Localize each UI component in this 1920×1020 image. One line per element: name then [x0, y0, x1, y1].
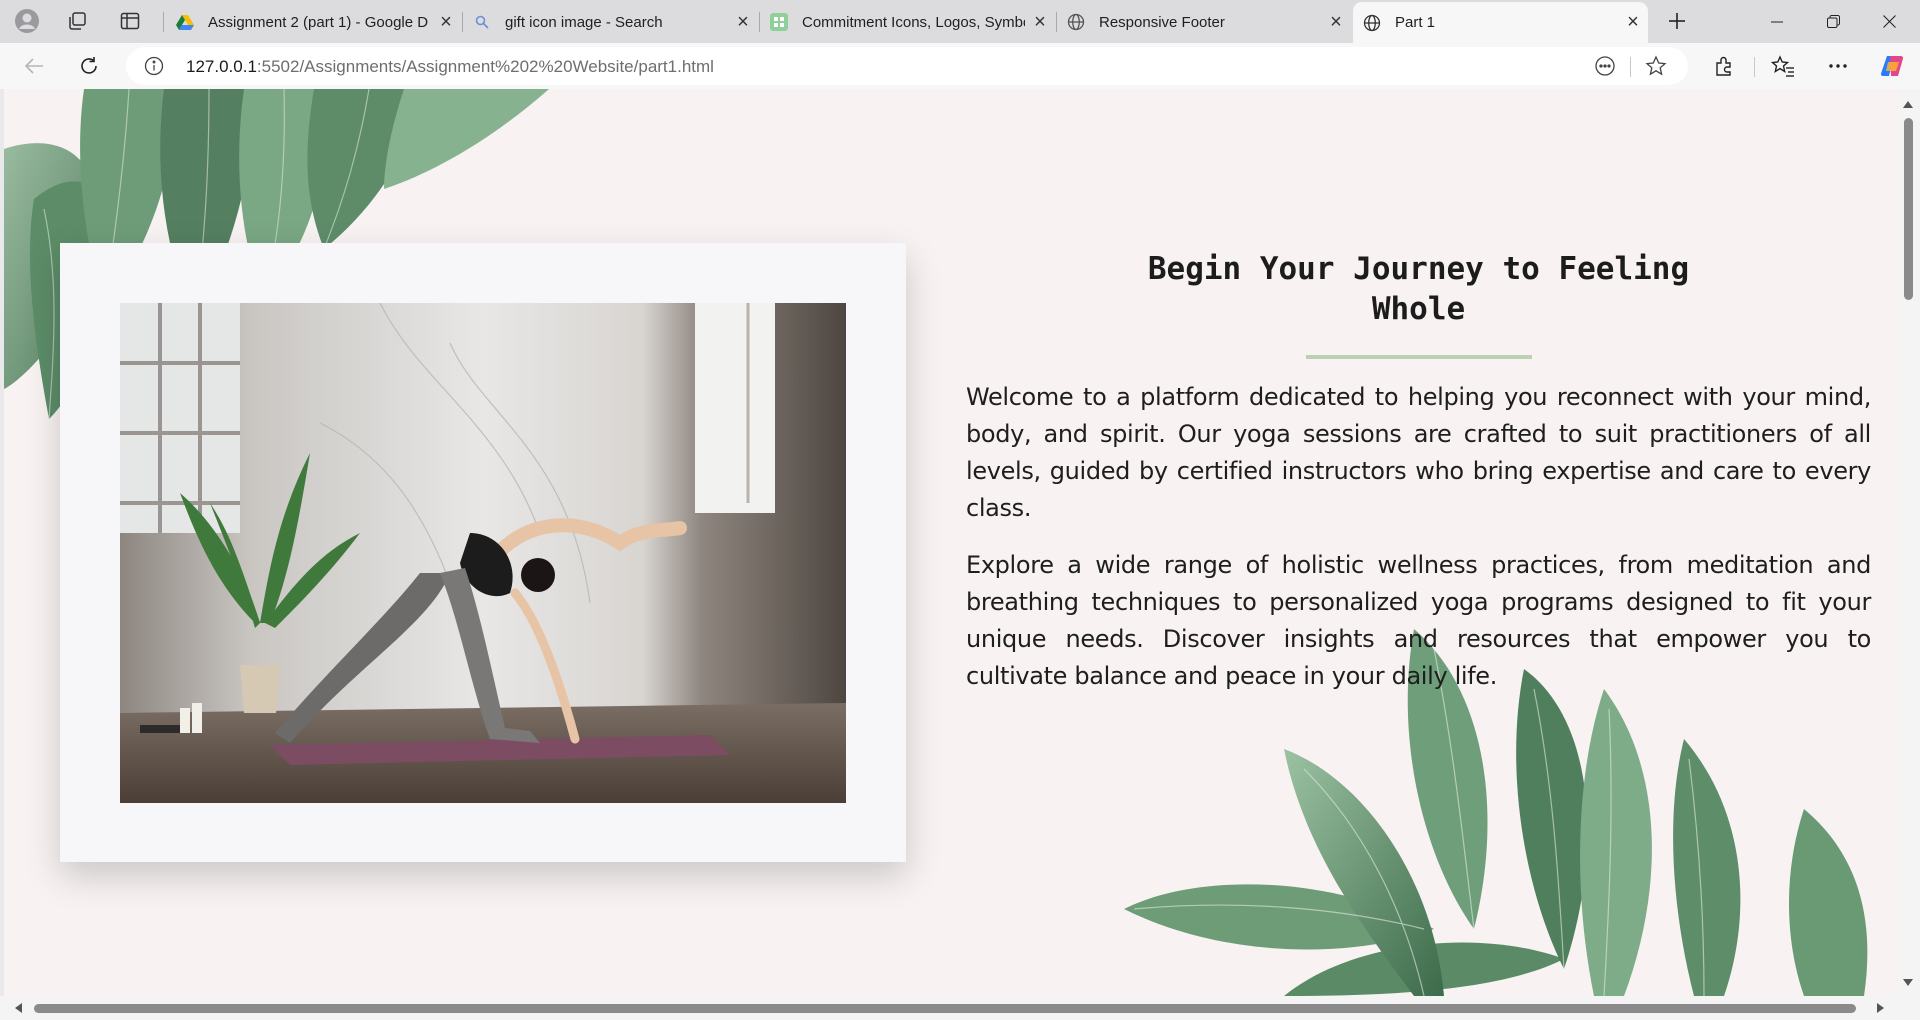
- close-tab-icon[interactable]: ×: [431, 7, 461, 37]
- intro-paragraph: Welcome to a platform dedicated to helpi…: [966, 383, 1871, 522]
- close-tab-icon[interactable]: ×: [1618, 8, 1648, 38]
- tab-commitment-icons[interactable]: Commitment Icons, Logos, Symbo ×: [760, 4, 1055, 40]
- tab-title: Commitment Icons, Logos, Symbo: [802, 13, 1025, 31]
- read-aloud-icon[interactable]: [1587, 49, 1623, 83]
- intro-section: Begin Your Journey to Feeling Whole Welc…: [966, 249, 1871, 715]
- favorite-star-icon[interactable]: [1638, 49, 1674, 83]
- refresh-icon[interactable]: [71, 49, 107, 83]
- close-tab-icon[interactable]: ×: [728, 7, 758, 37]
- tab-title: Responsive Footer: [1099, 13, 1225, 31]
- favorites-icon[interactable]: [1765, 49, 1801, 83]
- vertical-scrollbar[interactable]: [1897, 89, 1920, 996]
- copilot-icon[interactable]: [1874, 49, 1910, 83]
- tab-title: Part 1: [1395, 14, 1436, 31]
- restore-button[interactable]: [1805, 0, 1861, 43]
- vertical-scroll-thumb[interactable]: [1904, 118, 1913, 300]
- image-card: [60, 243, 906, 862]
- horizontal-scrollbar[interactable]: [0, 996, 1920, 1020]
- horizontal-scroll-thumb[interactable]: [34, 1004, 1856, 1013]
- url-host: 127.0.0.1: [186, 57, 257, 76]
- tab-responsive-footer[interactable]: Responsive Footer ×: [1057, 4, 1351, 40]
- tab-gift-search[interactable]: gift icon image - Search ×: [463, 4, 758, 40]
- tab-part1[interactable]: Part 1 ×: [1353, 2, 1648, 43]
- tab-title: Assignment 2 (part 1) - Google D: [208, 13, 429, 31]
- scroll-down-arrow-icon[interactable]: [1902, 976, 1914, 988]
- page-viewport: Begin Your Journey to Feeling Whole Welc…: [4, 89, 1897, 996]
- extensions-icon[interactable]: [1706, 49, 1742, 83]
- yoga-photo: [120, 303, 846, 803]
- workspaces-icon[interactable]: [60, 6, 94, 36]
- globe-icon: [1067, 13, 1085, 31]
- practices-paragraph: Explore a wide range of holistic wellnes…: [966, 551, 1871, 690]
- profile-icon[interactable]: [10, 6, 44, 36]
- close-window-button[interactable]: [1861, 0, 1917, 43]
- address-bar[interactable]: 127.0.0.1:5502/Assignments/Assignment%20…: [126, 47, 1688, 85]
- heading-divider: [1305, 355, 1532, 359]
- vertical-tabs-icon[interactable]: [113, 6, 147, 36]
- google-drive-icon: [176, 13, 194, 31]
- new-tab-button[interactable]: [1660, 5, 1694, 37]
- browser-toolbar: 127.0.0.1:5502/Assignments/Assignment%20…: [0, 43, 1920, 89]
- globe-icon: [1363, 14, 1381, 32]
- page-heading: Begin Your Journey to Feeling Whole: [1147, 251, 1690, 327]
- url-text[interactable]: 127.0.0.1:5502/Assignments/Assignment%20…: [186, 57, 714, 77]
- search-icon: [473, 13, 491, 31]
- scroll-up-arrow-icon[interactable]: [1902, 98, 1914, 110]
- url-path: :5502/Assignments/Assignment%202%20Websi…: [256, 57, 714, 76]
- tab-strip: Assignment 2 (part 1) - Google D × gift …: [0, 0, 1920, 43]
- tab-assignment[interactable]: Assignment 2 (part 1) - Google D ×: [166, 4, 461, 40]
- close-tab-icon[interactable]: ×: [1321, 7, 1351, 37]
- green-square-icon: [770, 13, 788, 31]
- close-tab-icon[interactable]: ×: [1025, 7, 1055, 37]
- minimize-button[interactable]: [1749, 0, 1805, 43]
- more-icon[interactable]: [1820, 49, 1856, 83]
- scroll-left-arrow-icon[interactable]: [12, 1002, 24, 1014]
- tab-title: gift icon image - Search: [505, 13, 663, 31]
- info-icon[interactable]: [144, 56, 164, 76]
- back-icon[interactable]: [16, 49, 52, 83]
- scroll-right-arrow-icon[interactable]: [1874, 1002, 1886, 1014]
